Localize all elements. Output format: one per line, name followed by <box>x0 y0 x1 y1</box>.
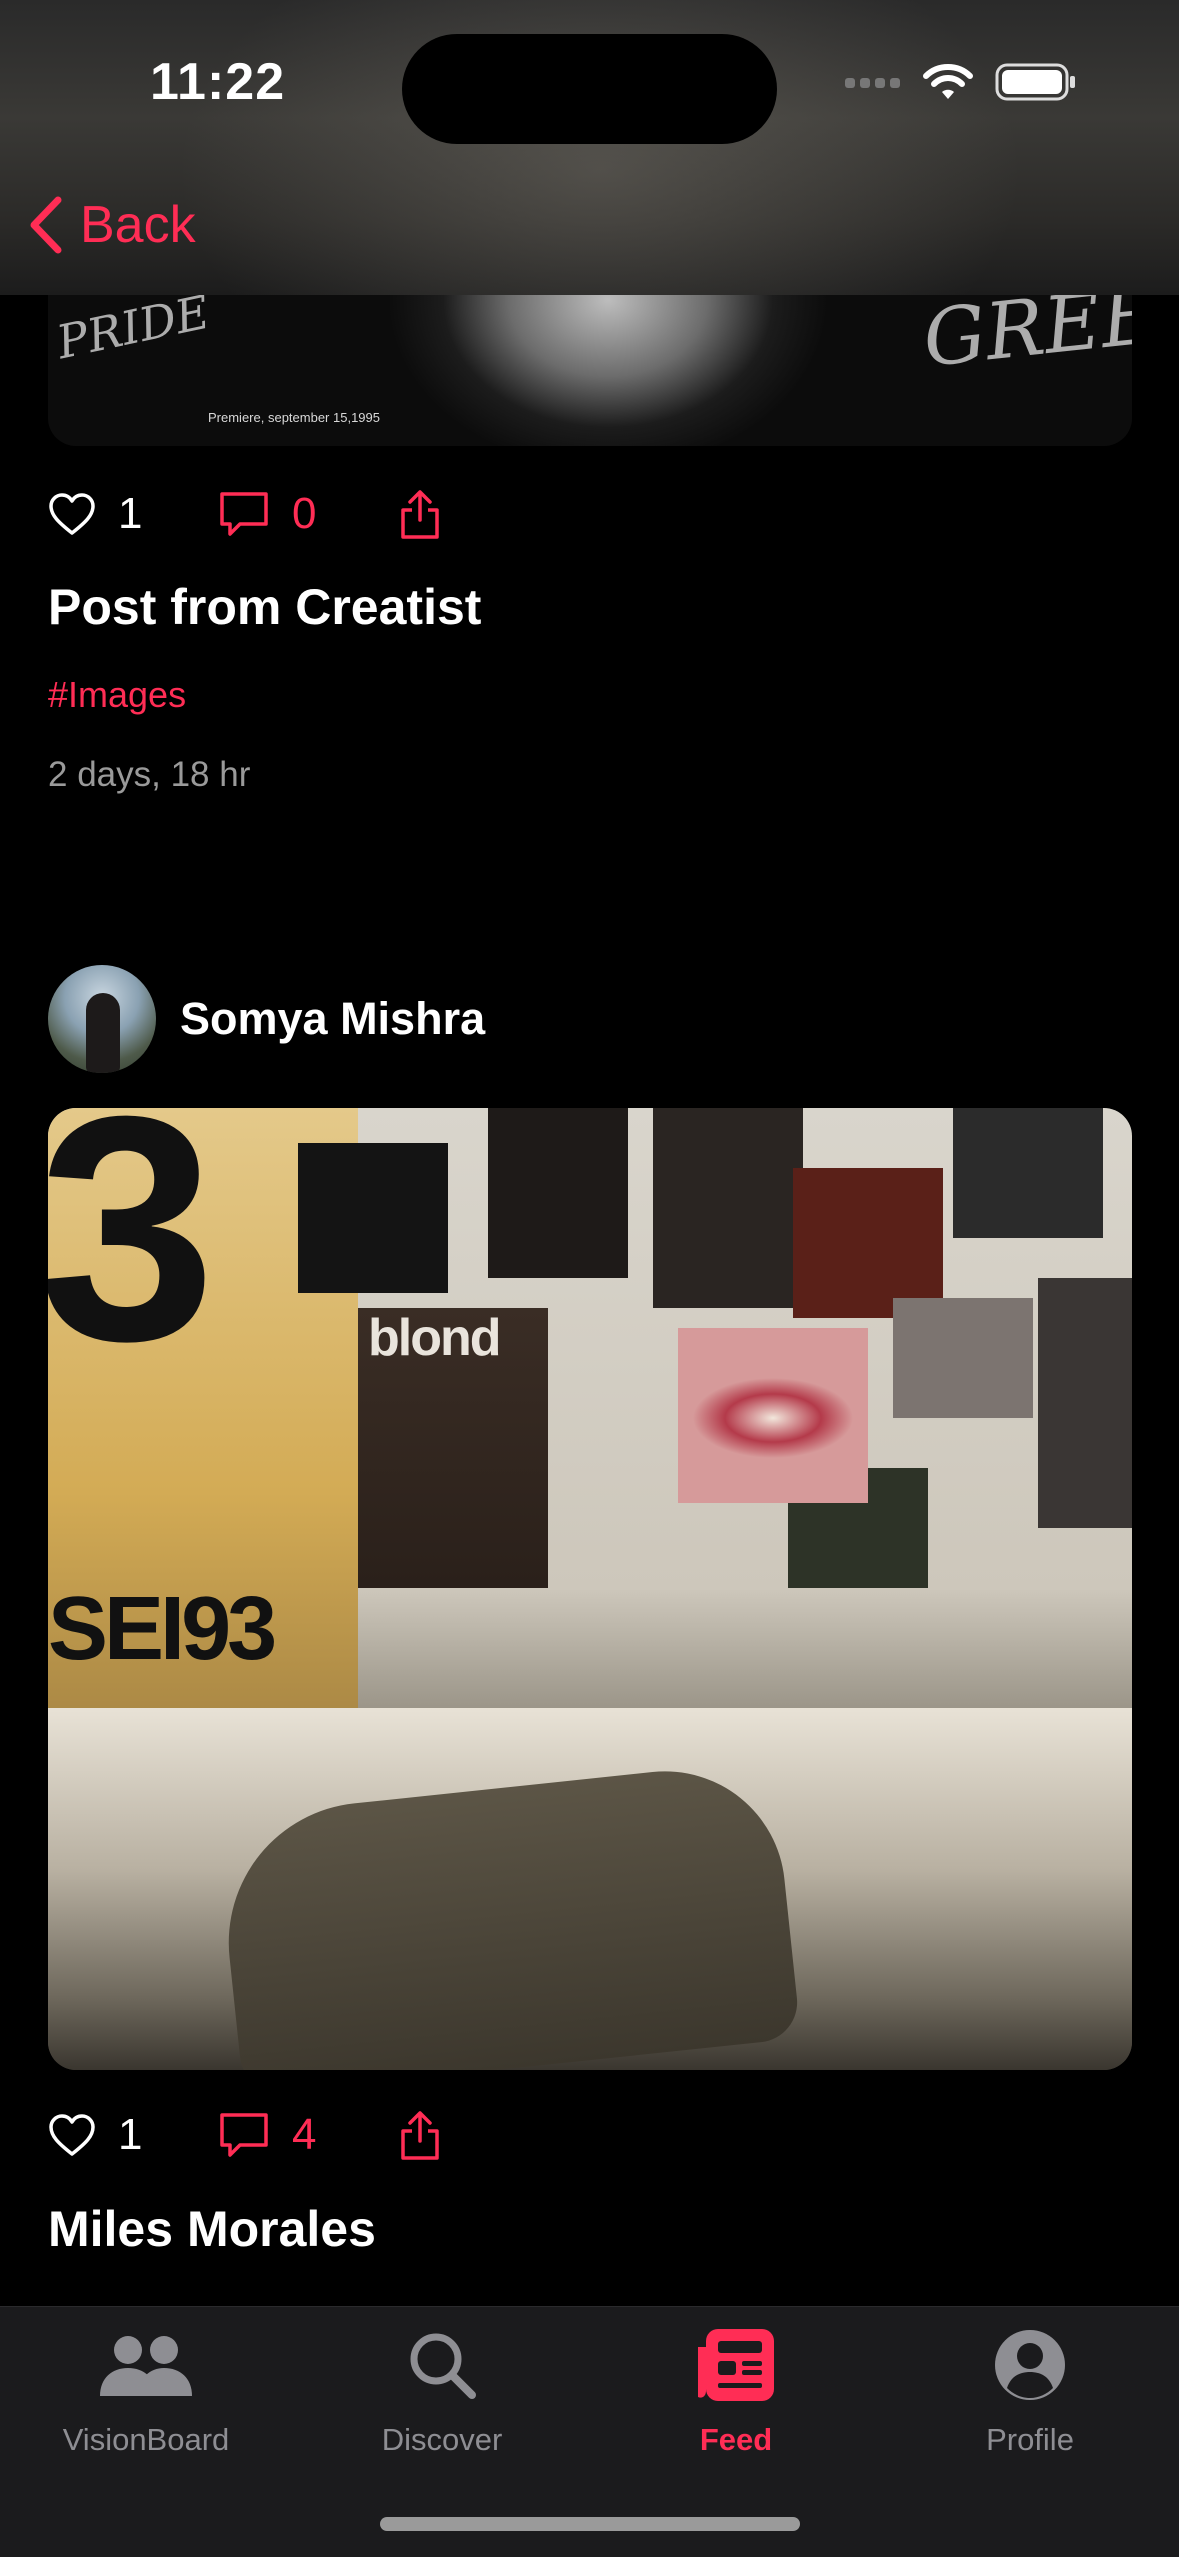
feed-icon <box>698 2329 774 2401</box>
comment-icon <box>220 2113 268 2157</box>
post-actions: 1 0 <box>48 484 442 544</box>
comment-button[interactable]: 0 <box>218 489 398 539</box>
comment-count: 4 <box>292 2110 317 2159</box>
tab-label: Feed <box>699 2422 773 2457</box>
feed-scroll[interactable]: PRIDE GREEY Premiere, september 15,1995 … <box>0 0 1179 2556</box>
share-button[interactable] <box>398 2109 442 2161</box>
avatar[interactable] <box>48 965 156 1073</box>
search-icon <box>410 2333 476 2399</box>
comment-button[interactable]: 4 <box>218 2110 398 2160</box>
share-icon <box>401 2111 439 2160</box>
post-title: Post from Creatist <box>48 579 482 635</box>
author-name[interactable]: Somya Mishra <box>180 993 485 1045</box>
comment-count: 0 <box>292 489 317 538</box>
tab-label: VisionBoard <box>62 2422 230 2457</box>
post-actions: 1 4 <box>48 2105 442 2165</box>
like-button[interactable]: 1 <box>48 489 218 539</box>
poster-title: blond <box>368 1309 502 1367</box>
tab-label: Profile <box>986 2422 1074 2457</box>
share-icon <box>401 490 439 539</box>
tab-profile[interactable]: Profile <box>910 2322 1150 2458</box>
comment-icon <box>220 492 268 536</box>
image-caption: Premiere, september 15,1995 <box>208 410 380 425</box>
tab-discover[interactable]: Discover <box>322 2322 562 2458</box>
wifi-icon <box>923 64 973 99</box>
share-button[interactable] <box>398 488 442 540</box>
poster-number: 3 <box>48 1108 216 1407</box>
back-button[interactable]: Back <box>26 195 196 255</box>
dynamic-island <box>402 34 777 144</box>
post-author[interactable]: Somya Mishra <box>48 965 485 1073</box>
status-icons <box>845 62 1077 102</box>
image-scrawl-left: PRIDE <box>52 284 215 370</box>
poster: blond <box>358 1308 548 1588</box>
post-image[interactable]: 3 SEI93 blond <box>48 1108 1132 2070</box>
tab-label: Discover <box>381 2422 503 2457</box>
people-icon <box>100 2336 192 2396</box>
heart-icon <box>49 2114 95 2156</box>
status-time: 11:22 <box>150 53 286 111</box>
poster <box>678 1328 868 1503</box>
like-count: 1 <box>118 2110 143 2159</box>
poster-text: SEI93 <box>48 1579 277 1679</box>
back-label: Back <box>80 196 196 254</box>
chevron-left-icon <box>30 196 62 254</box>
profile-icon <box>995 2330 1065 2400</box>
tab-feed[interactable]: Feed <box>616 2322 856 2458</box>
post-timestamp: 2 days, 18 hr <box>48 755 251 794</box>
post-title: Miles Morales <box>48 2201 376 2257</box>
tab-visionboard[interactable]: VisionBoard <box>26 2322 266 2458</box>
post-tag[interactable]: #Images <box>48 674 186 716</box>
like-button[interactable]: 1 <box>48 2110 218 2160</box>
like-count: 1 <box>118 489 143 538</box>
cellular-signal-icon <box>845 78 900 88</box>
heart-icon <box>49 493 95 535</box>
battery-icon <box>995 63 1075 101</box>
home-indicator[interactable] <box>380 2517 800 2531</box>
